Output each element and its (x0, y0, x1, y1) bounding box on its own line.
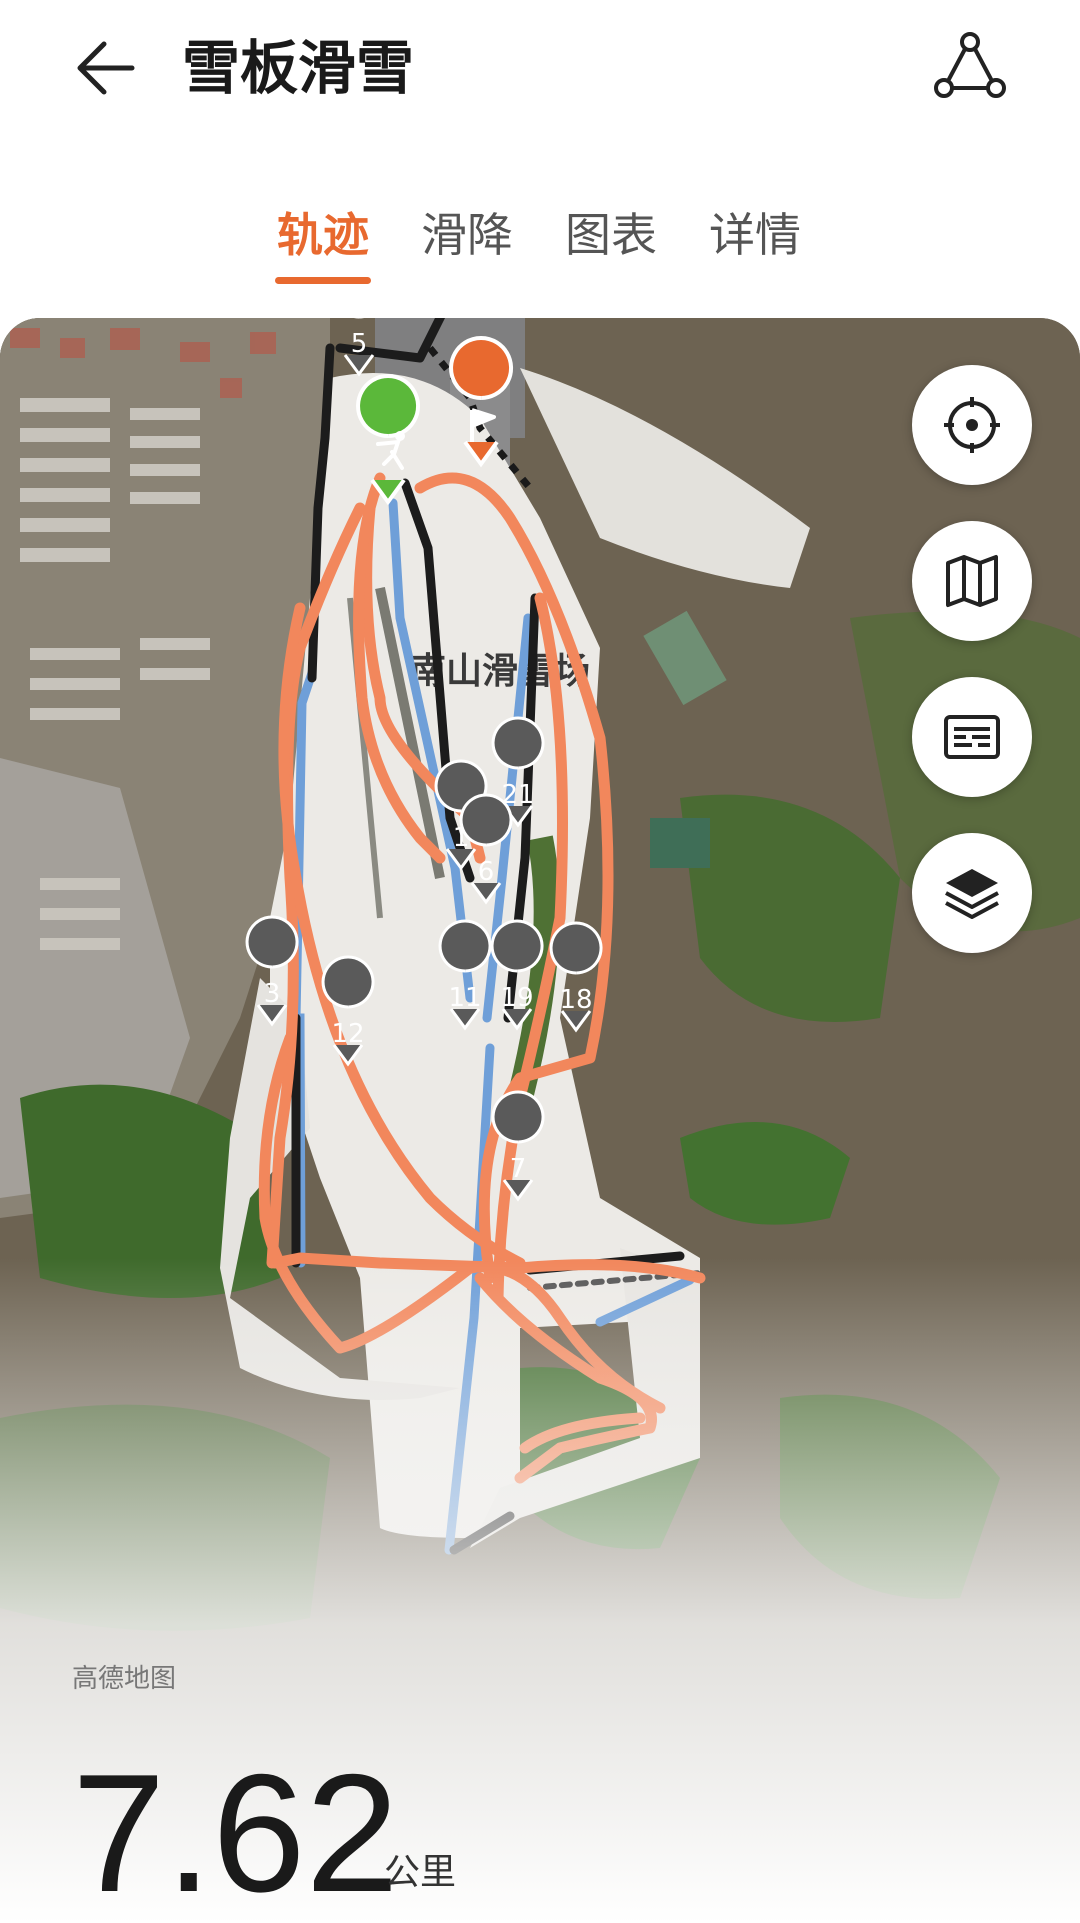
tab-track[interactable]: 轨迹 (268, 195, 378, 275)
share-track-button[interactable] (930, 28, 1010, 108)
tab-charts[interactable]: 图表 (556, 195, 666, 275)
svg-text:6: 6 (478, 857, 495, 887)
tab-details[interactable]: 详情 (700, 195, 810, 275)
page-title: 雪板滑雪 (182, 34, 415, 102)
svg-text:5: 5 (351, 329, 368, 359)
tab-runs[interactable]: 滑降 (412, 195, 522, 275)
back-arrow-icon (77, 41, 135, 95)
distance-value: 7.62 (72, 1739, 399, 1923)
svg-text:19: 19 (500, 983, 533, 1013)
svg-text:7: 7 (510, 1154, 527, 1184)
svg-text:3: 3 (264, 979, 281, 1009)
track-map[interactable]: 南山滑雪场 5 21 1 6 3 12 11 19 18 7 高德地图 7.62… (0, 318, 1080, 1923)
map-type-button[interactable] (912, 521, 1032, 641)
map-icon (946, 555, 998, 607)
layers-icon (945, 869, 999, 919)
legend-icon (944, 715, 1000, 759)
tab-bar: 轨迹 滑降 图表 详情 (0, 195, 1080, 295)
locate-button[interactable] (912, 365, 1032, 485)
layers-button[interactable] (912, 833, 1032, 953)
locate-icon (944, 397, 1000, 453)
map-provider-label: 高德地图 (72, 1664, 177, 1694)
svg-text:11: 11 (448, 983, 481, 1013)
svg-text:18: 18 (559, 985, 592, 1015)
header: 雪板滑雪 (0, 0, 1080, 140)
svg-text:12: 12 (331, 1019, 364, 1049)
back-button[interactable] (70, 28, 150, 108)
legend-button[interactable] (912, 677, 1032, 797)
route-share-icon (934, 32, 1006, 98)
distance-unit: 公里 (384, 1852, 457, 1893)
active-tab-indicator (275, 277, 371, 284)
